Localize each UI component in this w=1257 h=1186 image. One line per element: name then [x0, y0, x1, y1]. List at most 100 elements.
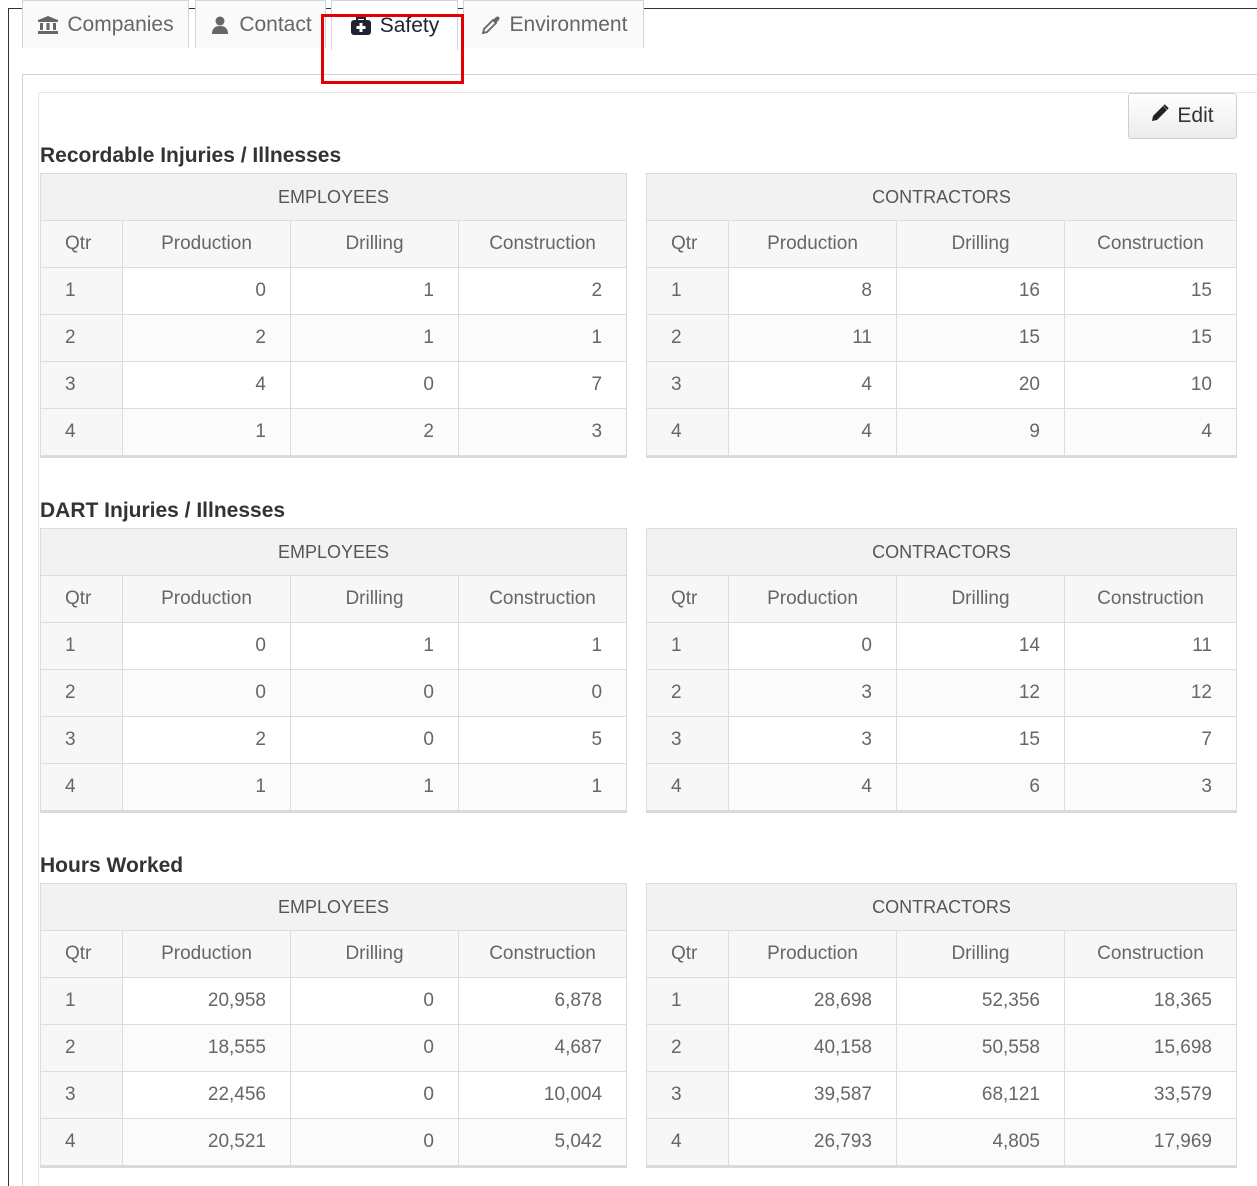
construction-cell: 5,042 [457, 1118, 628, 1166]
column-header-qtr: Qtr [40, 575, 123, 623]
production-cell: 0 [122, 622, 291, 670]
table-row: 2 11 15 15 [646, 314, 1237, 362]
drilling-cell: 16 [896, 267, 1065, 315]
construction-cell: 6,878 [457, 977, 628, 1025]
drilling-cell: 1 [290, 763, 459, 811]
quarter-cell: 2 [40, 1024, 123, 1072]
construction-cell: 15 [1064, 267, 1237, 315]
column-header-drilling: Drilling [896, 220, 1065, 268]
quarter-cell: 2 [646, 1024, 729, 1072]
table-row: 2 18,555 0 4,687 [40, 1024, 628, 1072]
table-row: 2 3 12 12 [646, 669, 1237, 717]
construction-cell: 33,579 [1064, 1071, 1237, 1119]
tab-contact[interactable]: Contact [195, 0, 326, 48]
drilling-cell: 12 [896, 669, 1065, 717]
construction-cell: 10,004 [457, 1071, 628, 1119]
drilling-cell: 20 [896, 361, 1065, 409]
table-row: 2211 [40, 314, 628, 362]
table-row: 1 20,958 0 6,878 [40, 977, 628, 1025]
column-header-production: Production [728, 575, 897, 623]
construction-cell: 5 [457, 716, 628, 764]
construction-cell: 2 [457, 267, 628, 315]
column-header-qtr: Qtr [646, 575, 729, 623]
construction-cell: 1 [457, 763, 628, 811]
column-header-construction: Construction [457, 930, 628, 978]
production-cell: 20,958 [122, 977, 291, 1025]
quarter-cell: 2 [646, 314, 729, 362]
employees-table: EMPLOYEES Qtr Production Drilling Constructi… [39, 173, 628, 456]
production-cell: 40,158 [728, 1024, 897, 1072]
tab-contact-label: Contact [239, 12, 312, 36]
drilling-cell: 15 [896, 716, 1065, 764]
table-row: 4111 [40, 763, 628, 811]
column-header-drilling: Drilling [896, 575, 1065, 623]
table-row: 3 3 15 7 [646, 716, 1237, 764]
drilling-cell: 1 [290, 267, 459, 315]
tab-environment-label: Environment [509, 12, 628, 36]
employees-table: EMPLOYEES Qtr Production Drilling Constructi… [39, 883, 628, 1166]
construction-cell: 3 [457, 408, 628, 456]
medkit-icon [350, 15, 372, 37]
column-header-qtr: Qtr [40, 930, 123, 978]
quarter-cell: 4 [646, 763, 729, 811]
table-row: 4 20,521 0 5,042 [40, 1118, 628, 1166]
tab-companies[interactable]: Companies [22, 0, 189, 48]
table-row: 3407 [40, 361, 628, 409]
drilling-cell: 0 [290, 669, 459, 717]
quarter-cell: 1 [646, 267, 729, 315]
construction-cell: 3 [1064, 763, 1237, 811]
drilling-cell: 0 [290, 1071, 459, 1119]
employees-group-header: EMPLOYEES [39, 528, 628, 576]
table-row: 3 39,587 68,121 33,579 [646, 1071, 1237, 1119]
column-header-drilling: Drilling [290, 575, 459, 623]
column-header-production: Production [122, 220, 291, 268]
table-row: 4494 [646, 408, 1237, 456]
column-header-construction: Construction [1064, 220, 1237, 268]
production-cell: 0 [122, 267, 291, 315]
tab-environment[interactable]: Environment [463, 0, 644, 48]
eyedropper-icon [480, 14, 502, 36]
drilling-cell: 2 [290, 408, 459, 456]
construction-cell: 0 [457, 669, 628, 717]
construction-cell: 7 [1064, 716, 1237, 764]
quarter-cell: 4 [646, 1118, 729, 1166]
production-cell: 18,555 [122, 1024, 291, 1072]
employees-group-header: EMPLOYEES [39, 173, 628, 221]
drilling-cell: 15 [896, 314, 1065, 362]
quarter-cell: 1 [40, 267, 123, 315]
quarter-cell: 4 [40, 408, 123, 456]
drilling-cell: 0 [290, 361, 459, 409]
table-row: 1012 [40, 267, 628, 315]
column-header-construction: Construction [457, 575, 628, 623]
column-header-production: Production [122, 575, 291, 623]
contractors-group-header: CONTRACTORS [646, 528, 1237, 576]
production-cell: 39,587 [728, 1071, 897, 1119]
production-cell: 4 [122, 361, 291, 409]
production-cell: 8 [728, 267, 897, 315]
construction-cell: 4,687 [457, 1024, 628, 1072]
quarter-cell: 3 [40, 361, 123, 409]
drilling-cell: 14 [896, 622, 1065, 670]
production-cell: 0 [122, 669, 291, 717]
contractors-table: CONTRACTORS Qtr Production Drilling Construc… [646, 173, 1237, 456]
production-cell: 0 [728, 622, 897, 670]
edit-label: Edit [1177, 104, 1214, 127]
production-cell: 28,698 [728, 977, 897, 1025]
column-header-construction: Construction [457, 220, 628, 268]
table-row: 3 4 20 10 [646, 361, 1237, 409]
quarter-cell: 2 [40, 669, 123, 717]
bank-icon [37, 14, 59, 36]
quarter-cell: 3 [646, 361, 729, 409]
table-row: 1 8 16 15 [646, 267, 1237, 315]
quarter-cell: 4 [40, 763, 123, 811]
column-header-qtr: Qtr [646, 220, 729, 268]
production-cell: 11 [728, 314, 897, 362]
tab-safety[interactable]: Safety [331, 0, 458, 50]
user-icon [209, 14, 231, 36]
quarter-cell: 2 [40, 314, 123, 362]
edit-button[interactable]: Edit [1128, 93, 1237, 139]
drilling-cell: 68,121 [896, 1071, 1065, 1119]
table-row: 3 22,456 0 10,004 [40, 1071, 628, 1119]
drilling-cell: 0 [290, 1024, 459, 1072]
construction-cell: 15,698 [1064, 1024, 1237, 1072]
